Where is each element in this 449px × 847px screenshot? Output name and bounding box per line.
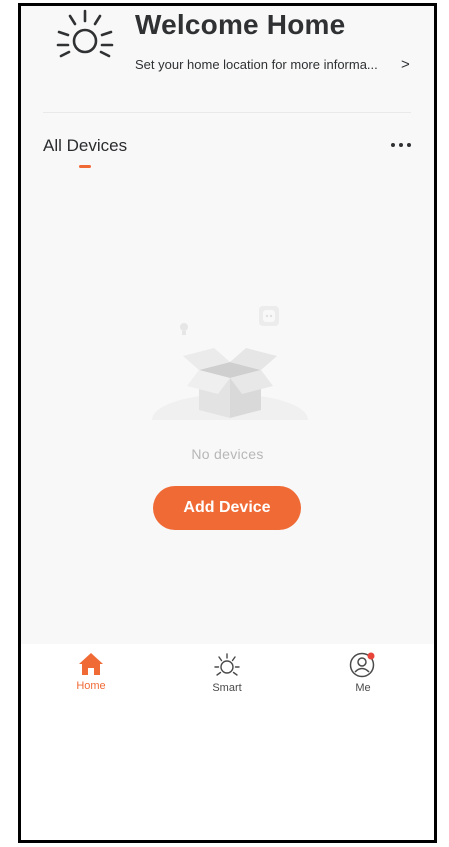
home-icon <box>79 653 103 675</box>
phone-frame: Welcome Home Set your home location for … <box>18 3 437 843</box>
bottom-tab-bar: Home Smart Me <box>21 644 434 708</box>
smart-sun-icon <box>214 653 240 676</box>
sun-icon <box>56 9 114 58</box>
tab-all-devices[interactable]: All Devices <box>43 136 127 156</box>
profile-icon <box>349 652 375 678</box>
tab-home[interactable]: Home <box>56 652 126 692</box>
empty-box-illustration <box>149 306 311 430</box>
more-horizontal-icon[interactable] <box>390 142 412 148</box>
tab-me[interactable]: Me <box>328 652 398 694</box>
empty-state-text: No devices <box>191 446 264 462</box>
divider <box>43 112 411 113</box>
home-screen: Welcome Home Set your home location for … <box>21 6 434 644</box>
tab-smart-label: Smart <box>212 682 242 694</box>
home-location-link[interactable]: Set your home location for more informa.… <box>135 57 378 72</box>
add-device-button[interactable]: Add Device <box>153 486 301 530</box>
notification-badge <box>367 652 375 660</box>
tab-me-label: Me <box>355 682 371 694</box>
tab-active-indicator <box>79 165 91 168</box>
welcome-title: Welcome Home <box>135 9 346 40</box>
chevron-right-icon[interactable]: > <box>401 56 410 73</box>
tab-smart[interactable]: Smart <box>192 652 262 694</box>
tab-home-label: Home <box>76 680 106 692</box>
